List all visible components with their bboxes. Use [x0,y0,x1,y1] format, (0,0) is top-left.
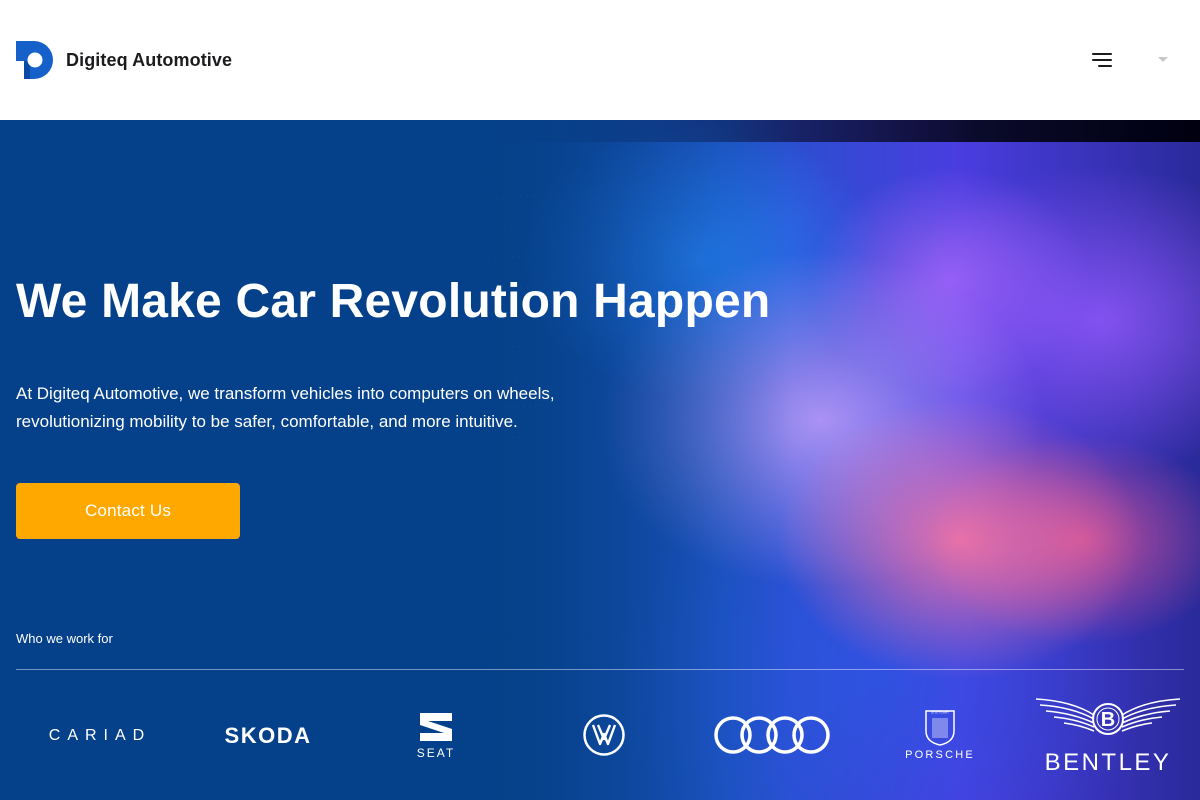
hero-title: We Make Car Revolution Happen [16,275,771,328]
svg-text:SEAT: SEAT [417,746,455,759]
audi-rings-logo [688,680,856,790]
svg-text:STUTTGART: STUTTGART [931,711,949,715]
brand-name: Digiteq Automotive [66,49,233,70]
hero-description: At Digiteq Automotive, we transform vehi… [16,384,555,431]
partner-logos: CARIAD SKODA SEAT STUTTGART PORSCHE B BE… [16,680,1192,790]
hamburger-menu-icon[interactable] [1088,50,1112,70]
skoda-logo: SKODA [184,680,352,790]
divider [16,669,1184,670]
brand-logo-link[interactable]: Digiteq Automotive [16,41,232,79]
porsche-crest-logo: STUTTGART PORSCHE [856,680,1024,790]
bentley-wings-logo: B BENTLEY [1024,680,1192,790]
seat-logo: SEAT [352,680,520,790]
caret-down-icon[interactable] [1158,57,1168,62]
hero-section: ········································… [0,120,1200,800]
site-header: Digiteq Automotive [0,0,1200,120]
cariad-logo: CARIAD [16,680,184,790]
svg-text:CARIAD: CARIAD [49,727,151,744]
partners-label: Who we work for [16,631,113,646]
svg-text:SKODA: SKODA [225,723,312,747]
svg-text:BENTLEY: BENTLEY [1045,749,1172,775]
digiteq-d-logo-icon [16,41,53,79]
svg-text:B: B [1101,709,1115,731]
contact-us-button[interactable]: Contact Us [16,483,240,539]
svg-text:PORSCHE: PORSCHE [905,749,975,761]
vw-logo [520,680,688,790]
